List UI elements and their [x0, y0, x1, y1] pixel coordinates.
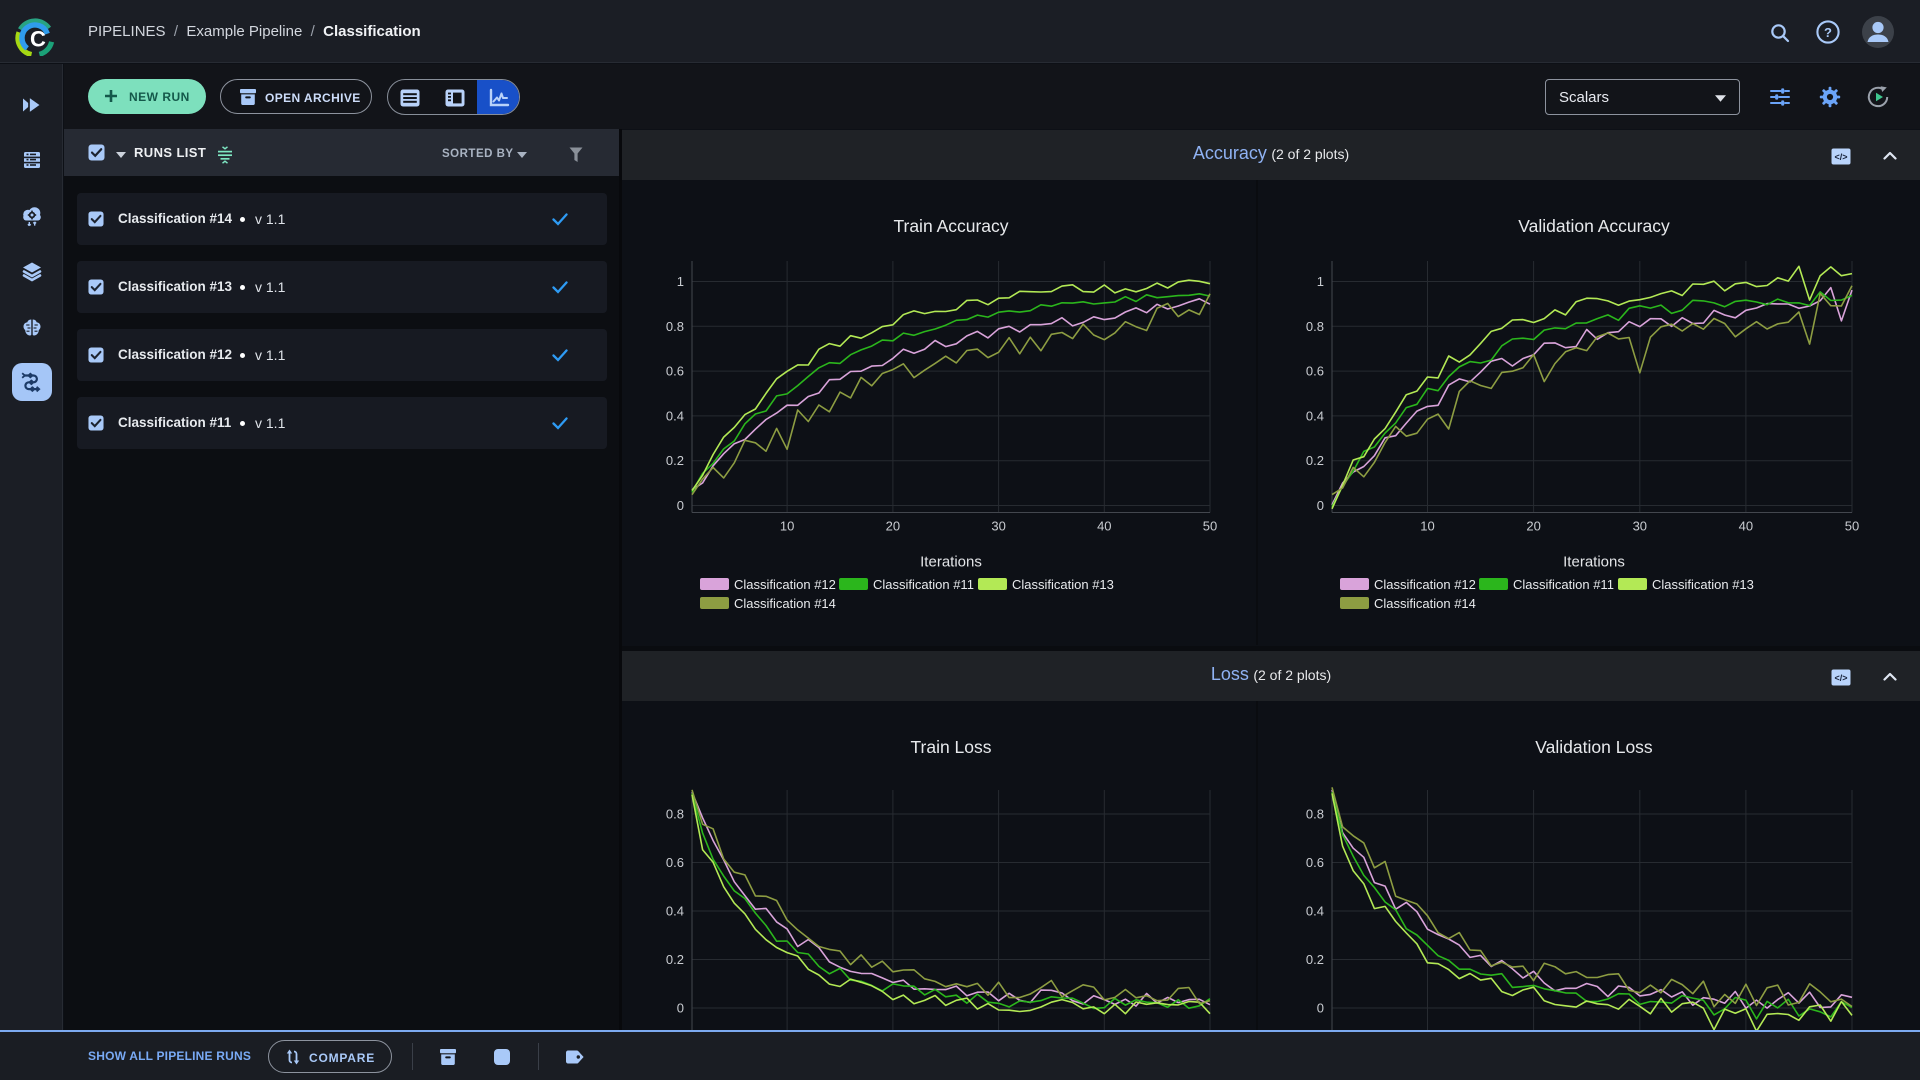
svg-text:Classification #11: Classification #11: [1513, 577, 1614, 592]
svg-text:</>: </>: [1834, 152, 1847, 162]
svg-text:0.6: 0.6: [666, 855, 684, 870]
svg-text:0.4: 0.4: [666, 904, 684, 919]
svg-text:1: 1: [677, 274, 684, 289]
svg-text:Classification #13: Classification #13: [1012, 577, 1114, 592]
svg-text:0.8: 0.8: [666, 807, 684, 822]
svg-text:Classification #12: Classification #12: [1374, 577, 1476, 592]
svg-text:0.2: 0.2: [666, 453, 684, 468]
svg-text:10: 10: [780, 519, 794, 534]
svg-text:0.8: 0.8: [1306, 807, 1324, 822]
svg-text:Classification #14: Classification #14: [734, 596, 836, 611]
svg-text:0: 0: [1317, 1001, 1324, 1016]
svg-text:0.8: 0.8: [666, 319, 684, 334]
svg-text:0.2: 0.2: [1306, 952, 1324, 967]
svg-text:0.6: 0.6: [1306, 364, 1324, 379]
svg-text:50: 50: [1203, 519, 1217, 534]
svg-text:Train Loss: Train Loss: [910, 737, 991, 757]
svg-text:40: 40: [1097, 519, 1111, 534]
svg-text:0.2: 0.2: [1306, 453, 1324, 468]
svg-text:40: 40: [1739, 519, 1753, 534]
svg-text:0.4: 0.4: [1306, 904, 1324, 919]
svg-text:Classification #14: Classification #14: [1374, 596, 1476, 611]
svg-text:0.8: 0.8: [1306, 319, 1324, 334]
svg-text:0.6: 0.6: [1306, 855, 1324, 870]
svg-text:Iterations: Iterations: [920, 554, 982, 571]
svg-text:0: 0: [677, 1001, 684, 1016]
svg-text:0.4: 0.4: [666, 408, 684, 423]
svg-text:C: C: [30, 27, 46, 52]
svg-text:20: 20: [1526, 519, 1540, 534]
svg-text:0.2: 0.2: [666, 952, 684, 967]
svg-text:Validation Loss: Validation Loss: [1535, 737, 1653, 757]
svg-text:Iterations: Iterations: [1563, 554, 1625, 571]
svg-text:10: 10: [1420, 519, 1434, 534]
svg-text:Validation Accuracy: Validation Accuracy: [1518, 216, 1670, 236]
svg-text:Classification #11: Classification #11: [873, 577, 974, 592]
svg-text:1: 1: [1317, 274, 1324, 289]
svg-text:30: 30: [991, 519, 1005, 534]
svg-text:Classification #12: Classification #12: [734, 577, 836, 592]
svg-text:Train Accuracy: Train Accuracy: [893, 216, 1008, 236]
svg-text:?: ?: [1824, 25, 1832, 40]
svg-text:Classification #13: Classification #13: [1652, 577, 1754, 592]
svg-text:0: 0: [1317, 498, 1324, 513]
svg-text:50: 50: [1845, 519, 1859, 534]
svg-text:0.6: 0.6: [666, 364, 684, 379]
svg-text:0: 0: [677, 498, 684, 513]
svg-text:30: 30: [1633, 519, 1647, 534]
svg-text:20: 20: [886, 519, 900, 534]
svg-text:</>: </>: [1834, 673, 1847, 683]
svg-text:0.4: 0.4: [1306, 408, 1324, 423]
